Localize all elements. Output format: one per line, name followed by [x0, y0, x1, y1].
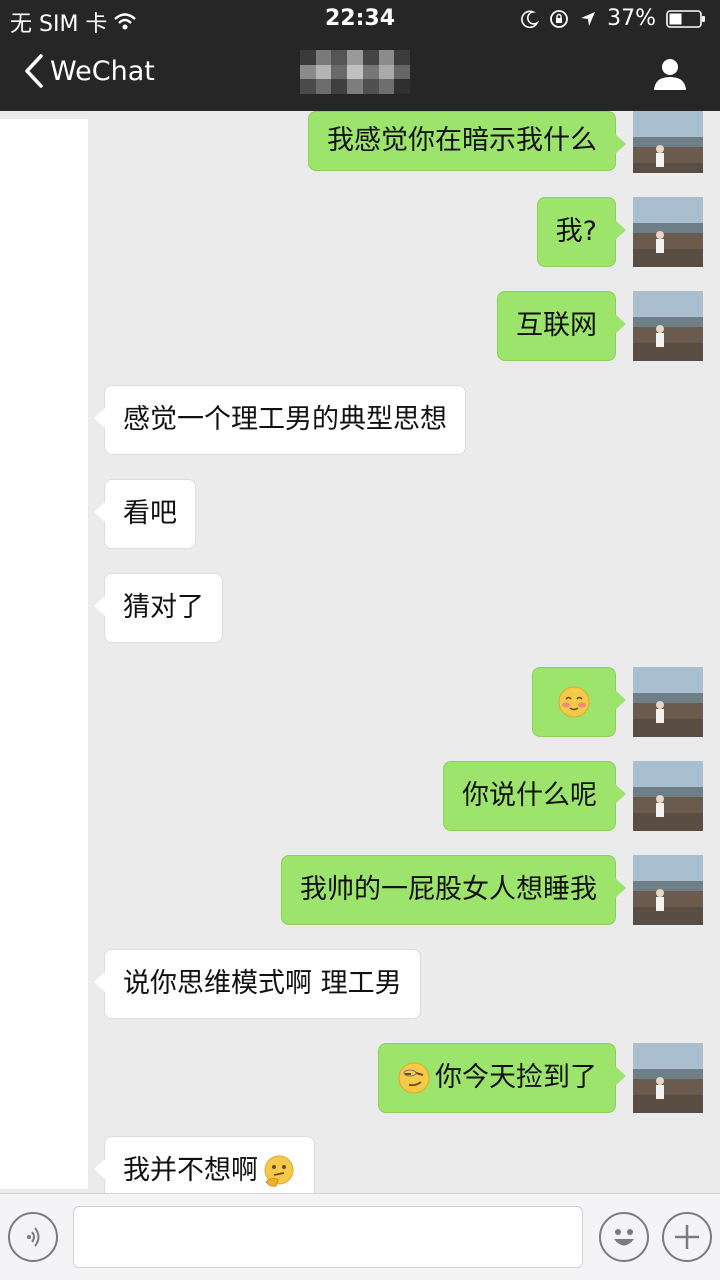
location-arrow-icon: [581, 11, 596, 26]
voice-input-button[interactable]: [8, 1212, 58, 1262]
message-text: 我感觉你在暗示我什么: [327, 125, 597, 156]
my-avatar[interactable]: [633, 197, 703, 267]
message-text: 感觉一个理工男的典型思想: [123, 404, 447, 435]
navigation-bar: WeChat: [0, 36, 720, 111]
outgoing-bubble[interactable]: 你说什么呢: [443, 761, 626, 831]
back-button[interactable]: WeChat: [24, 54, 155, 88]
incoming-bubble[interactable]: 说你思维模式啊 理工男: [94, 949, 421, 1019]
my-avatar[interactable]: [633, 1043, 703, 1113]
chevron-left-icon: [25, 54, 43, 88]
incoming-bubble[interactable]: 感觉一个理工男的典型思想: [94, 385, 466, 455]
smiley-icon: [614, 1229, 634, 1246]
message-row: 我?: [536, 197, 627, 267]
my-avatar[interactable]: [633, 761, 703, 831]
incoming-bubble[interactable]: 我并不想啊: [94, 1136, 315, 1193]
message-row: 我并不想啊: [94, 1136, 315, 1193]
message-text: 猜对了: [123, 592, 204, 623]
message-row: 你今天捡到了: [378, 1043, 626, 1113]
message-input[interactable]: [73, 1206, 583, 1268]
message-row: 我帅的一屁股女人想睡我: [281, 855, 626, 925]
message-text: 互联网: [516, 310, 597, 341]
smirking-face-emoji: [398, 1062, 430, 1094]
my-avatar[interactable]: [633, 291, 703, 361]
pixelated-contact-name: [300, 50, 410, 94]
my-avatar[interactable]: [633, 855, 703, 925]
message-row: 互联网: [497, 291, 626, 361]
outgoing-bubble[interactable]: 我感觉你在暗示我什么: [308, 111, 626, 171]
message-row: 感觉一个理工男的典型思想: [94, 385, 466, 455]
message-text: 说你思维模式啊 理工男: [123, 968, 402, 999]
moon-icon: [521, 10, 540, 28]
outgoing-bubble[interactable]: [532, 667, 626, 737]
thinking-face-emoji: [264, 1155, 294, 1187]
message-row: 我感觉你在暗示我什么: [308, 111, 626, 171]
plus-icon: [675, 1225, 699, 1249]
incoming-bubble[interactable]: 看吧: [94, 479, 196, 549]
avatar-photo: [633, 761, 703, 831]
battery-icon: [666, 9, 705, 28]
message-row: 说你思维模式啊 理工男: [94, 949, 421, 1019]
blushing-face-emoji: [558, 686, 590, 718]
rotation-lock-icon: [550, 9, 568, 28]
chat-info-button[interactable]: [652, 56, 688, 92]
message-row: [532, 667, 626, 737]
message-text: 看吧: [123, 498, 177, 529]
status-bar: 无 SIM 卡 22:34 37%: [0, 0, 720, 37]
message-row: 猜对了: [94, 573, 223, 643]
outgoing-bubble[interactable]: 你今天捡到了: [378, 1043, 626, 1113]
more-options-button[interactable]: [662, 1212, 712, 1262]
message-text: 你今天捡到了: [435, 1062, 597, 1093]
back-label: WeChat: [50, 55, 155, 87]
status-right: 37%: [521, 6, 706, 31]
outgoing-bubble[interactable]: 互联网: [497, 291, 626, 361]
outgoing-bubble[interactable]: 我?: [536, 197, 627, 267]
avatar-photo: [633, 197, 703, 267]
avatar-photo: [633, 1043, 703, 1113]
avatar-photo: [633, 855, 703, 925]
message-text: 我帅的一屁股女人想睡我: [300, 874, 597, 905]
message-text: 我并不想啊: [123, 1155, 258, 1186]
avatar-photo: [633, 111, 703, 173]
avatar-photo: [633, 667, 703, 737]
emoji-button[interactable]: [599, 1212, 649, 1262]
background-panel: [0, 119, 88, 1189]
avatar-photo: [633, 291, 703, 361]
message-row: 看吧: [94, 479, 196, 549]
input-bar: [0, 1193, 720, 1280]
chat-history[interactable]: 我感觉你在暗示我什么 我? 互联网 感觉一个理工男的典型思想 看吧 猜对了 你说…: [0, 111, 720, 1193]
outgoing-bubble[interactable]: 我帅的一屁股女人想睡我: [281, 855, 626, 925]
my-avatar[interactable]: [633, 667, 703, 737]
message-row: 你说什么呢: [443, 761, 626, 831]
incoming-bubble[interactable]: 猜对了: [94, 573, 223, 643]
voice-icon: [27, 1227, 40, 1247]
battery-percent: 37%: [607, 6, 656, 31]
message-text: 你说什么呢: [462, 780, 597, 811]
message-text: 我?: [555, 216, 597, 247]
my-avatar[interactable]: [633, 111, 703, 173]
